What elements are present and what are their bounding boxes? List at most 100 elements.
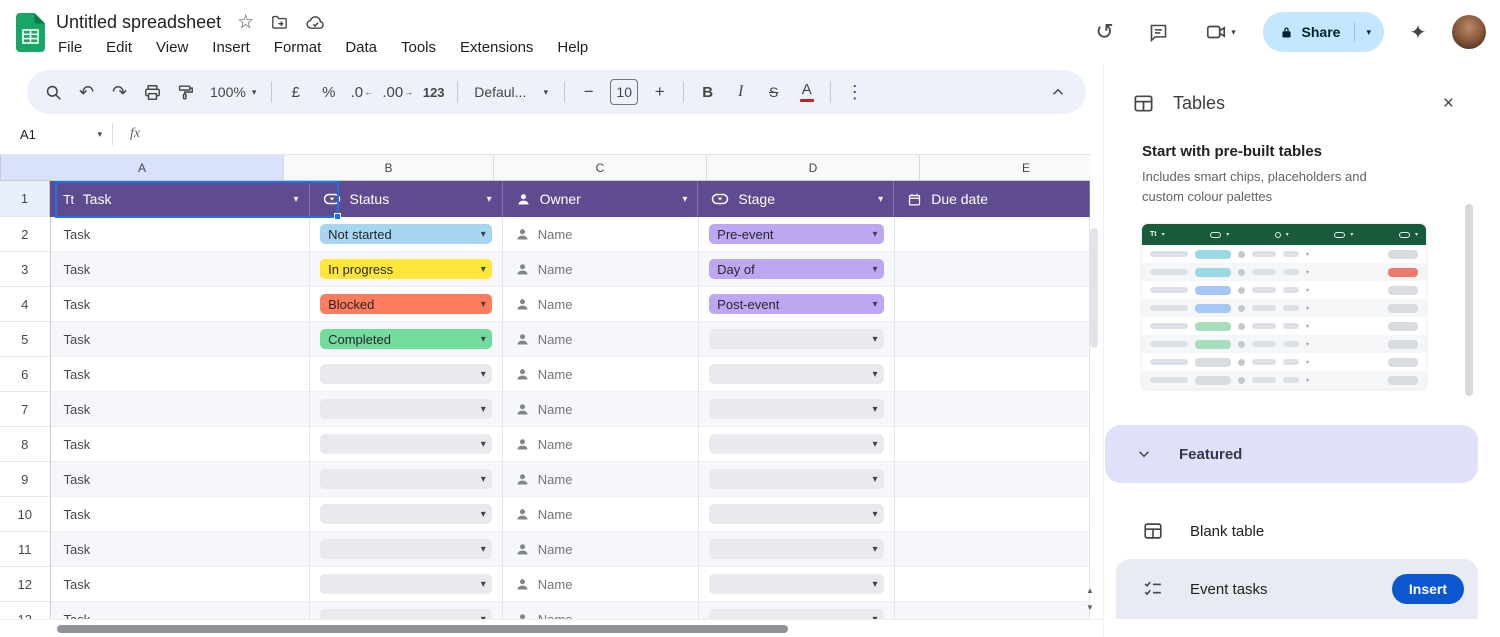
stage-chip[interactable]: Post-event▾ xyxy=(709,294,883,314)
paint-format-button[interactable] xyxy=(169,76,202,108)
cell-stage[interactable]: ▾ xyxy=(699,497,894,532)
vertical-scrollbar-thumb[interactable] xyxy=(1090,228,1098,348)
cell-owner[interactable]: Name xyxy=(503,462,699,497)
menu-tools[interactable]: Tools xyxy=(399,38,438,57)
share-button[interactable]: Share ▾ xyxy=(1263,12,1384,52)
stage-chip[interactable]: ▾ xyxy=(709,364,883,384)
cell-owner[interactable]: Name xyxy=(503,357,699,392)
row-header-2[interactable]: 2 xyxy=(0,217,51,252)
cell-stage[interactable]: ▾ xyxy=(699,357,894,392)
zoom-select[interactable]: 100% ▾ xyxy=(202,76,264,108)
cell-task[interactable]: Task xyxy=(51,322,311,357)
cell-task[interactable]: Task xyxy=(51,427,311,462)
collapse-toolbar-icon[interactable] xyxy=(1041,76,1074,108)
version-history-icon[interactable]: ↺ xyxy=(1085,12,1125,52)
cell-status[interactable]: Blocked▾ xyxy=(310,287,503,322)
cell-due-date[interactable] xyxy=(895,392,1090,427)
cell-stage[interactable]: ▾ xyxy=(699,567,894,602)
font-size-input[interactable]: 10 xyxy=(610,79,638,105)
menu-help[interactable]: Help xyxy=(555,38,590,57)
cell-task[interactable]: Task xyxy=(51,497,311,532)
cell-status[interactable]: ▾ xyxy=(310,497,503,532)
stage-chip[interactable]: ▾ xyxy=(709,574,883,594)
menu-view[interactable]: View xyxy=(154,38,190,57)
status-chip[interactable]: ▾ xyxy=(320,539,492,559)
column-header-C[interactable]: C xyxy=(494,155,707,181)
chevron-down-icon[interactable]: ▾ xyxy=(487,194,492,205)
row-header-4[interactable]: 4 xyxy=(0,287,51,322)
cell-owner[interactable]: Name xyxy=(503,427,699,462)
avatar[interactable] xyxy=(1452,15,1486,49)
strikethrough-button[interactable]: S xyxy=(757,76,790,108)
row-header-3[interactable]: 3 xyxy=(0,252,51,287)
row-header-7[interactable]: 7 xyxy=(0,392,51,427)
cell-status[interactable]: ▾ xyxy=(310,392,503,427)
status-chip[interactable]: ▾ xyxy=(320,434,492,454)
cell-owner[interactable]: Name xyxy=(503,217,699,252)
cell-owner[interactable]: Name xyxy=(503,252,699,287)
document-title[interactable]: Untitled spreadsheet xyxy=(56,12,221,33)
currency-format-button[interactable]: £ xyxy=(279,76,312,108)
menu-edit[interactable]: Edit xyxy=(104,38,134,57)
cell-owner[interactable]: Name xyxy=(503,392,699,427)
cell-due-date[interactable] xyxy=(895,532,1090,567)
star-icon[interactable]: ☆ xyxy=(237,11,254,34)
cell-owner[interactable]: Name xyxy=(503,322,699,357)
table-header-status[interactable]: Status ▾ xyxy=(310,181,503,217)
cell-owner[interactable]: Name xyxy=(503,287,699,322)
status-chip[interactable]: Completed▾ xyxy=(320,329,492,349)
cell-status[interactable]: In progress▾ xyxy=(310,252,503,287)
cell-owner[interactable]: Name xyxy=(503,497,699,532)
cell-task[interactable]: Task xyxy=(51,357,311,392)
cell-status[interactable]: ▾ xyxy=(310,567,503,602)
scroll-up-arrow[interactable]: ▲ xyxy=(1082,583,1098,598)
cell-due-date[interactable] xyxy=(895,462,1090,497)
share-dropdown-caret[interactable]: ▾ xyxy=(1366,27,1371,38)
menu-insert[interactable]: Insert xyxy=(210,38,252,57)
cell-stage[interactable]: Pre-event▾ xyxy=(699,217,894,252)
row-header-11[interactable]: 11 xyxy=(0,532,51,567)
text-color-button[interactable]: A xyxy=(790,76,823,108)
stage-chip[interactable]: ▾ xyxy=(709,539,883,559)
gemini-sparkle-icon[interactable]: ✦ xyxy=(1398,12,1438,52)
menu-format[interactable]: Format xyxy=(272,38,324,57)
cell-stage[interactable]: Day of▾ xyxy=(699,252,894,287)
cell-stage[interactable]: ▾ xyxy=(699,462,894,497)
status-chip[interactable]: Blocked▾ xyxy=(320,294,492,314)
cell-due-date[interactable] xyxy=(895,427,1090,462)
print-button[interactable] xyxy=(136,76,169,108)
cell-owner[interactable]: Name xyxy=(503,567,699,602)
more-options-button[interactable]: ⋮ xyxy=(838,76,871,108)
featured-section[interactable]: Featured xyxy=(1105,425,1478,483)
cell-task[interactable]: Task xyxy=(51,287,311,322)
scroll-down-arrow[interactable]: ▼ xyxy=(1082,600,1098,615)
column-header-E[interactable]: E xyxy=(920,155,1090,181)
row-header-12[interactable]: 12 xyxy=(0,567,51,602)
column-header-A[interactable]: A xyxy=(1,155,284,181)
cell-task[interactable]: Task xyxy=(51,532,311,567)
cell-due-date[interactable] xyxy=(895,497,1090,532)
row-header-10[interactable]: 10 xyxy=(0,497,51,532)
table-header-task[interactable]: Tt Task ▾ xyxy=(50,181,309,217)
chevron-down-icon[interactable]: ▾ xyxy=(682,194,687,205)
menu-extensions[interactable]: Extensions xyxy=(458,38,535,57)
percent-format-button[interactable]: % xyxy=(312,76,345,108)
column-header-B[interactable]: B xyxy=(284,155,494,181)
cell-status[interactable]: ▾ xyxy=(310,462,503,497)
cell-task[interactable]: Task xyxy=(51,392,311,427)
cell-due-date[interactable] xyxy=(895,217,1090,252)
status-chip[interactable]: ▾ xyxy=(320,364,492,384)
status-chip[interactable]: In progress▾ xyxy=(320,259,492,279)
cell-task[interactable]: Task xyxy=(51,462,311,497)
cell-status[interactable]: ▾ xyxy=(310,532,503,567)
list-item-blank-table[interactable]: Blank table xyxy=(1116,503,1478,559)
status-chip[interactable]: ▾ xyxy=(320,504,492,524)
table-header-owner[interactable]: Owner ▾ xyxy=(503,181,699,217)
stage-chip[interactable]: ▾ xyxy=(709,329,883,349)
row-header-5[interactable]: 5 xyxy=(0,322,51,357)
number-format-button[interactable]: 123 xyxy=(417,76,450,108)
cell-stage[interactable]: ▾ xyxy=(699,322,894,357)
font-select[interactable]: Defaul... ▾ xyxy=(465,76,557,108)
decrease-decimal-button[interactable]: .0 ← xyxy=(345,76,378,108)
cell-due-date[interactable] xyxy=(895,357,1090,392)
